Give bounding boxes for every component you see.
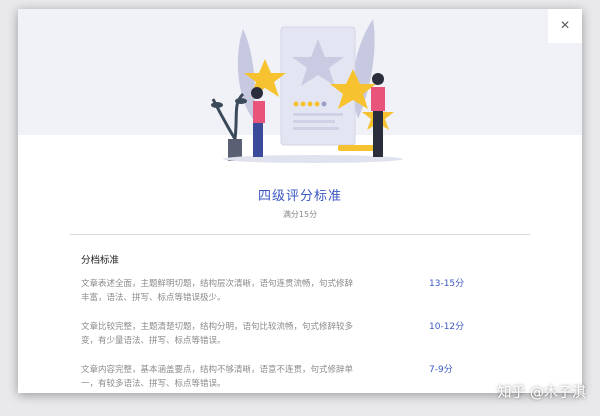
- section-title: 分档标准: [81, 255, 120, 266]
- close-icon: ×: [560, 17, 570, 34]
- criteria-row: 文章内容完整，基本涵盖要点，结构不够清晰，语意不连贯，句式修辞单一，有较多语法、…: [81, 363, 541, 393]
- criteria-description: 文章比较完整，主题清楚切题，结构分明，语句比较流畅，句式修辞较多变，有少量语法、…: [81, 322, 354, 346]
- modal-title: 四级评分标准: [257, 189, 342, 204]
- rating-illustration: [211, 19, 403, 163]
- hero-banner: [18, 9, 582, 163]
- criteria-list: 文章表述全面，主题鲜明切题，结构层次清晰，语句连贯流畅，句式修辞丰富，语法、拼写…: [81, 277, 541, 393]
- criteria-row: 文章表述全面，主题鲜明切题，结构层次清晰，语句连贯流畅，句式修辞丰富，语法、拼写…: [81, 277, 541, 320]
- criteria-score: 13-15分: [429, 279, 465, 289]
- divider: [70, 234, 530, 235]
- watermark: 知乎 @木子淇: [497, 385, 586, 401]
- close-button[interactable]: ×: [548, 9, 582, 43]
- criteria-description: 文章内容完整，基本涵盖要点，结构不够清晰，语意不连贯，句式修辞单一，有较多语法、…: [81, 365, 354, 389]
- scoring-modal: × 四级评分标准 满分15分 分档标准 文章表述全面，主题鲜明切题，结构层次清晰…: [18, 9, 582, 393]
- criteria-description: 文章表述全面，主题鲜明切题，结构层次清晰，语句连贯流畅，句式修辞丰富，语法、拼写…: [81, 279, 354, 303]
- criteria-score: 10-12分: [429, 322, 465, 332]
- modal-subtitle: 满分15分: [282, 210, 318, 219]
- criteria-row: 文章比较完整，主题清楚切题，结构分明，语句比较流畅，句式修辞较多变，有少量语法、…: [81, 320, 541, 363]
- criteria-score: 7-9分: [429, 365, 453, 375]
